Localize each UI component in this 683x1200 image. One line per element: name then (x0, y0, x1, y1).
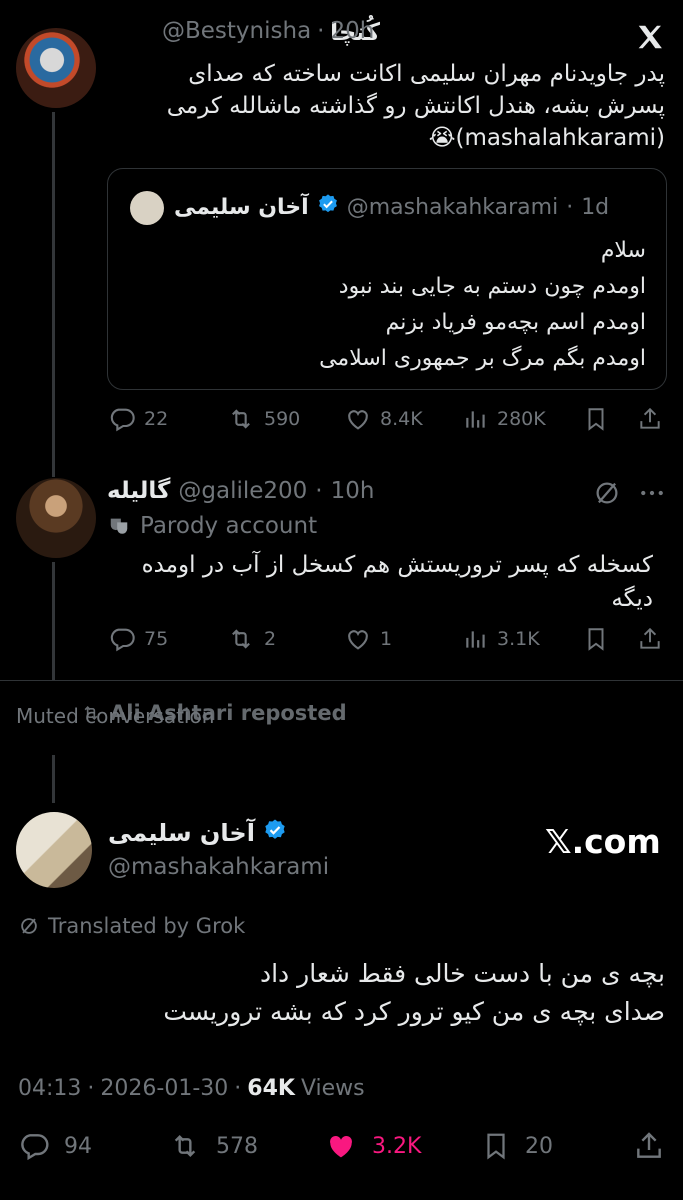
tweet-text-line: پسرش بشه، هندل اکانتش رو گذاشته ماشالله … (166, 93, 665, 119)
parody-label: Parody account (140, 513, 318, 539)
bookmark-icon[interactable] (583, 625, 609, 653)
tweet-time[interactable]: 04:13 (18, 1076, 81, 1101)
display-name[interactable]: آخان سلیمی (108, 819, 255, 847)
verified-badge-icon (317, 193, 339, 221)
views-count: 280K (497, 408, 546, 430)
avatar-galile200[interactable] (16, 478, 96, 558)
retweet-count: 578 (216, 1133, 258, 1159)
x-logo-icon[interactable] (634, 22, 666, 52)
bookmark-icon[interactable] (583, 405, 609, 433)
retweet-count: 2 (264, 628, 277, 650)
handle[interactable]: @Bestynisha (162, 18, 311, 44)
retweet-icon (226, 405, 256, 433)
quoted-tweet-card[interactable]: آخان سلیمی @mashakahkarami · 1d سلام اوم… (107, 168, 667, 390)
thread-line (52, 112, 55, 477)
reply-icon (18, 1130, 50, 1162)
share-icon[interactable] (633, 1130, 665, 1162)
grok-icon[interactable] (592, 478, 622, 508)
quote-text-line: اومدم اسم بچه‌مو فریاد بزنم (385, 310, 646, 335)
like-count: 8.4K (380, 408, 423, 430)
repost-icon (80, 703, 102, 723)
quote-text-line: اومدم بگم مرگ بر جمهوری اسلامی (319, 346, 646, 371)
reply-button[interactable]: 75 (108, 625, 168, 653)
tweet-text-line: دیگه (611, 586, 653, 612)
like-count: 1 (380, 628, 393, 650)
retweet-icon (226, 625, 256, 653)
views-icon (463, 625, 489, 653)
views-button[interactable]: 3.1K (463, 625, 540, 653)
views-label: Views (300, 1076, 365, 1101)
views-icon (463, 405, 489, 433)
thread-line (52, 755, 55, 803)
divider (0, 680, 683, 681)
like-count: 3.2K (372, 1133, 422, 1159)
avatar-bestynisha[interactable] (16, 28, 96, 108)
quote-text-line: سلام (600, 238, 646, 263)
reply-count: 94 (64, 1133, 92, 1159)
handle[interactable]: @mashakahkarami (108, 854, 329, 880)
quote-text-line: اومدم چون دستم به جایی بند نبود (338, 274, 646, 299)
display-name[interactable]: گالیله (107, 478, 170, 504)
verified-badge-icon (263, 818, 287, 848)
separator-dot: · (87, 1076, 95, 1101)
more-icon[interactable] (637, 478, 667, 508)
thread-line (52, 562, 55, 680)
tweet-text-line: صدای بچه ی من کیو ترور کرد که بشه تروریس… (163, 997, 665, 1026)
translated-label[interactable]: Translated by Grok (48, 914, 245, 938)
timestamp[interactable]: 10h (331, 478, 375, 504)
retweet-icon (168, 1130, 202, 1162)
bookmark-button[interactable]: 20 (481, 1130, 553, 1162)
like-button[interactable]: 3.2K (324, 1130, 421, 1162)
tweet-text-line: (mashalahkarami)😭 (428, 125, 665, 151)
tweet-text-line: بچه ی من با دست خالی فقط شعار داد (259, 959, 665, 988)
separator-dot: · (234, 1076, 242, 1101)
views-count: 3.1K (497, 628, 540, 650)
x-com-watermark: 𝕏.com (545, 822, 661, 861)
reply-count: 22 (144, 408, 169, 430)
bookmark-icon (481, 1130, 511, 1162)
handle[interactable]: @galile200 (178, 478, 307, 504)
tweet-text-line: پدر جاویدنام مهران سلیمی اکانت ساخته که … (188, 61, 665, 87)
handle: @mashakahkarami (346, 194, 559, 220)
separator-dot: · (317, 18, 325, 44)
views-count: 64K (247, 1076, 295, 1101)
avatar-mashakahkarami[interactable] (16, 812, 92, 888)
tweet-date[interactable]: 2026-01-30 (100, 1076, 228, 1101)
reply-icon (108, 625, 136, 653)
share-icon[interactable] (637, 625, 663, 653)
parody-mask-icon (108, 515, 130, 537)
avatar-quoted (130, 191, 164, 225)
like-icon (324, 1130, 358, 1162)
retweet-button[interactable]: 578 (168, 1130, 258, 1162)
retweet-button[interactable]: 590 (226, 405, 300, 433)
reply-button[interactable]: 94 (18, 1130, 92, 1162)
grok-icon (18, 915, 40, 937)
timestamp: 1d (581, 194, 610, 220)
reply-icon (108, 405, 136, 433)
like-button[interactable]: 8.4K (344, 405, 423, 433)
tweet-text-line: کسخله که پسر تروریستش هم کسخل از آب در ا… (141, 552, 653, 578)
like-button[interactable]: 1 (344, 625, 392, 653)
bookmark-count: 20 (525, 1133, 553, 1159)
retweet-count: 590 (264, 408, 301, 430)
reply-count: 75 (144, 628, 169, 650)
share-icon[interactable] (637, 405, 663, 433)
like-icon (344, 625, 372, 653)
retweet-button[interactable]: 2 (226, 625, 276, 653)
separator-dot: · (566, 194, 574, 220)
like-icon (344, 405, 372, 433)
reply-button[interactable]: 22 (108, 405, 168, 433)
display-name: آخان سلیمی (174, 194, 309, 220)
repost-label[interactable]: Ali Ashtari reposted (110, 701, 347, 725)
views-button[interactable]: 280K (463, 405, 546, 433)
timestamp[interactable]: 20h (330, 18, 374, 44)
separator-dot: · (315, 478, 323, 504)
